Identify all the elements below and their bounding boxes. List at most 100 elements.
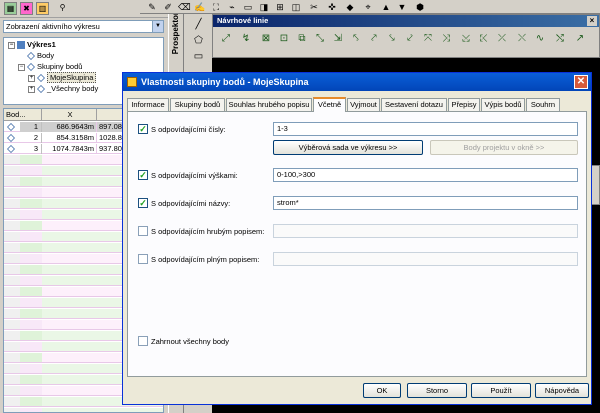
row-numbers[interactable]: ✓ S odpovídajícími čísly: bbox=[138, 124, 226, 136]
grid-header-x[interactable]: X bbox=[42, 109, 97, 121]
feature-line-icon[interactable]: ⤨ bbox=[439, 32, 453, 46]
toolbar-icon-3[interactable]: ▥ bbox=[36, 2, 49, 15]
tree-item-label: _Všechny body bbox=[47, 84, 99, 93]
toolbar-icon[interactable]: ▭ bbox=[242, 1, 254, 13]
toolbar-icon[interactable]: ⊞ bbox=[274, 1, 286, 13]
help-button[interactable]: Nápověda bbox=[535, 383, 589, 398]
feature-line-icon[interactable]: ⤢ bbox=[219, 32, 233, 46]
toolbar-icon-1[interactable]: ▦ bbox=[4, 2, 17, 15]
tab-souhlas-hrubeho-popisu[interactable]: Souhlas hrubého popisu bbox=[226, 98, 312, 111]
numbers-checkbox[interactable]: ✓ bbox=[138, 124, 148, 135]
line-tool-icon[interactable]: ╱ bbox=[192, 18, 205, 31]
feature-line-icon[interactable]: ⤥ bbox=[385, 32, 399, 46]
feature-line-icon[interactable]: ∿ bbox=[533, 32, 547, 46]
toolbar-icon[interactable]: ◫ bbox=[290, 1, 302, 13]
elevations-label: S odpovídajícími výškami: bbox=[151, 171, 238, 180]
feature-line-icon[interactable]: ⤧ bbox=[421, 32, 435, 46]
feature-line-icon[interactable]: ⤪ bbox=[477, 32, 491, 46]
feature-line-icon[interactable]: ⤣ bbox=[349, 32, 363, 46]
cancel-button[interactable]: Storno bbox=[407, 383, 467, 398]
tree-item-all-points[interactable]: + _Všechny body bbox=[28, 84, 98, 94]
include-all-checkbox[interactable] bbox=[138, 336, 148, 347]
toolbar-icon[interactable]: ⌁ bbox=[226, 1, 238, 13]
close-button[interactable]: ✕ bbox=[574, 75, 588, 89]
view-combo[interactable]: Zobrazení aktivního výkresu ▼ bbox=[3, 20, 164, 33]
grid-header-num[interactable]: Bod... bbox=[4, 109, 42, 121]
feature-line-icon[interactable]: ⤦ bbox=[403, 32, 417, 46]
tab-sestaveni-dotazu[interactable]: Sestavení dotazu bbox=[381, 98, 447, 111]
grid-cell-num: 3 bbox=[20, 144, 42, 154]
tree-item-body[interactable]: Body bbox=[18, 51, 54, 61]
full-description-checkbox[interactable] bbox=[138, 254, 148, 265]
feature-line-icon[interactable]: ⊠ bbox=[259, 32, 273, 46]
chevron-down-icon[interactable]: ▼ bbox=[152, 21, 163, 32]
dialog-title-bar[interactable]: Vlastnosti skupiny bodů - MojeSkupina ✕ bbox=[123, 73, 591, 91]
row-elevations[interactable]: ✓ S odpovídajícími výškami: bbox=[138, 170, 238, 182]
tab-informace[interactable]: Informace bbox=[127, 98, 169, 111]
toolbar-icon[interactable]: ✎ bbox=[146, 1, 158, 13]
toolbar-icon[interactable]: ✍ bbox=[194, 1, 206, 13]
toolbar-icon[interactable]: ◆ bbox=[344, 1, 356, 13]
full-description-label: S odpovídajícím plným popisem: bbox=[151, 255, 260, 264]
tab-vcetne[interactable]: Včetně bbox=[313, 97, 346, 112]
tab-skupiny-bodu[interactable]: Skupiny bodů bbox=[170, 98, 225, 111]
row-raw-description[interactable]: S odpovídajícím hrubým popisem: bbox=[138, 226, 264, 238]
tree-item-mojeskupina[interactable]: + MojeSkupina bbox=[28, 72, 97, 83]
raw-description-input[interactable] bbox=[273, 224, 578, 238]
toolbar-icon[interactable]: ⛶ bbox=[210, 1, 222, 13]
numbers-input[interactable]: 1-3 bbox=[273, 122, 578, 136]
toolbar-icon[interactable]: ⌫ bbox=[178, 1, 191, 13]
feature-line-icon[interactable]: ↯ bbox=[239, 32, 253, 46]
tab-souhrn[interactable]: Souhrn bbox=[526, 98, 560, 111]
names-input[interactable]: strom* bbox=[273, 196, 578, 210]
toolbar-icon[interactable]: ⬢ bbox=[414, 1, 426, 13]
feature-line-icon[interactable]: ⧉ bbox=[295, 32, 309, 46]
toolbar-icon[interactable]: ◨ bbox=[258, 1, 270, 13]
ok-button[interactable]: OK bbox=[363, 383, 401, 398]
project-points-button[interactable]: Body projektu v okně >> bbox=[430, 140, 578, 155]
feature-line-icon[interactable]: ↗ bbox=[573, 32, 587, 46]
tab-prepisy[interactable]: Přepisy bbox=[448, 98, 480, 111]
toolbar-icon[interactable]: ✐ bbox=[162, 1, 174, 13]
prospector-tab-label[interactable]: Prospektor bbox=[171, 12, 180, 54]
toolbar-icon-2[interactable]: ✖ bbox=[20, 2, 33, 15]
tree-root[interactable]: − Výkres1 bbox=[8, 40, 56, 50]
expand-icon[interactable]: + bbox=[28, 85, 35, 93]
feature-line-icon[interactable]: ⤡ bbox=[313, 32, 327, 46]
close-icon[interactable]: × bbox=[587, 16, 597, 26]
grid-cell-num: 2 bbox=[20, 133, 42, 143]
grid-cell-x: 1074.7843m bbox=[42, 144, 97, 154]
toolbar-icon[interactable]: ▲ bbox=[380, 1, 392, 13]
pentagon-tool-icon[interactable]: ⬠ bbox=[192, 34, 205, 47]
feature-line-icon[interactable]: ⤩ bbox=[459, 32, 473, 46]
feature-line-icon[interactable]: ⤭ bbox=[553, 32, 567, 46]
select-in-drawing-button[interactable]: Výběrová sada ve výkresu >> bbox=[273, 140, 423, 155]
feature-line-icon[interactable]: ⊡ bbox=[277, 32, 291, 46]
collapse-icon[interactable]: − bbox=[8, 41, 15, 49]
tab-vyjmout[interactable]: Vyjmout bbox=[347, 98, 380, 111]
elevations-input[interactable]: 0-100,>300 bbox=[273, 168, 578, 182]
full-description-input[interactable] bbox=[273, 252, 578, 266]
toolbar-icon[interactable]: ✜ bbox=[326, 1, 338, 13]
row-names[interactable]: ✓ S odpovídajícími názvy: bbox=[138, 198, 230, 210]
search-icon[interactable]: ⚲ bbox=[56, 2, 69, 15]
elevations-checkbox[interactable]: ✓ bbox=[138, 170, 148, 181]
toolbar-icon[interactable]: ✂ bbox=[308, 1, 320, 13]
tree-item-label: Skupiny bodů bbox=[37, 62, 83, 71]
apply-button[interactable]: Použít bbox=[471, 383, 531, 398]
expand-icon[interactable]: + bbox=[28, 74, 35, 82]
rectangle-tool-icon[interactable]: ▭ bbox=[192, 50, 205, 63]
raw-description-checkbox[interactable] bbox=[138, 226, 148, 237]
collapse-icon[interactable]: − bbox=[18, 63, 25, 71]
toolbar-icon[interactable]: ▼ bbox=[396, 1, 408, 13]
row-full-description[interactable]: S odpovídajícím plným popisem: bbox=[138, 254, 259, 266]
feature-line-icon[interactable]: ⇲ bbox=[331, 32, 345, 46]
feature-line-icon[interactable]: ⤤ bbox=[367, 32, 381, 46]
toolbar-icon[interactable]: ⌖ bbox=[362, 1, 374, 13]
names-checkbox[interactable]: ✓ bbox=[138, 198, 148, 209]
row-include-all[interactable]: Zahrnout všechny body bbox=[138, 336, 229, 348]
feature-line-icon[interactable]: ⤫ bbox=[495, 32, 509, 46]
feature-line-icon[interactable]: ⤬ bbox=[515, 32, 529, 46]
tab-vypis-bodu[interactable]: Výpis bodů bbox=[481, 98, 525, 111]
tree-item-point-groups[interactable]: − Skupiny bodů bbox=[18, 62, 82, 72]
